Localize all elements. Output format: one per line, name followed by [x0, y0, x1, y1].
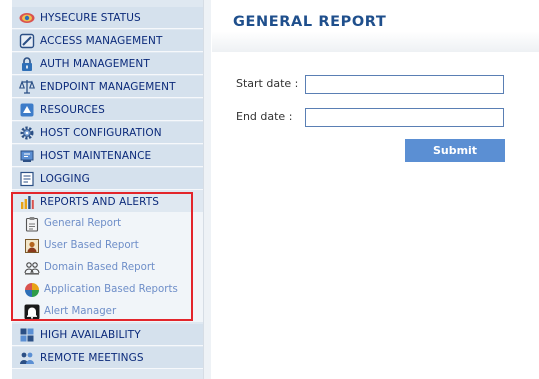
submenu-item-label: General Report [44, 218, 122, 229]
submenu-item-user-based-report[interactable]: User Based Report [24, 235, 139, 256]
submenu-item-label: Alert Manager [44, 306, 117, 317]
sidebar: HYSECURE STATUS ACCESS MANAGEMENT AUTH M… [0, 0, 212, 379]
maintenance-icon [20, 150, 34, 162]
sidebar-item-label: REMOTE MEETINGS [40, 351, 144, 364]
user-report-icon [25, 238, 39, 253]
end-date-input[interactable] [305, 108, 504, 127]
remote-meetings-icon [20, 352, 34, 364]
submenu-item-domain-based-report[interactable]: Domain Based Report [24, 257, 155, 278]
scales-icon [19, 79, 35, 94]
start-date-input[interactable] [305, 75, 504, 94]
sidebar-item-label: AUTH MANAGEMENT [40, 57, 150, 70]
logging-icon [20, 171, 34, 186]
sidebar-item-label: REPORTS AND ALERTS [40, 196, 160, 208]
sidebar-item-label: HOST CONFIGURATION [40, 126, 162, 139]
bell-icon [24, 304, 40, 319]
sidebar-item-label: LOGGING [40, 172, 90, 185]
submenu-item-label: User Based Report [44, 240, 139, 251]
page-title: GENERAL REPORT [233, 14, 387, 30]
sidebar-item-host-configuration[interactable]: HOST CONFIGURATION [12, 122, 203, 144]
submenu-item-label: Application Based Reports [44, 284, 178, 295]
submenu-item-alert-manager[interactable]: Alert Manager [24, 301, 116, 322]
end-date-label: End date : [236, 110, 293, 123]
submenu-item-label: Domain Based Report [44, 262, 156, 273]
sidebar-item-access-management[interactable]: ACCESS MANAGEMENT [12, 30, 203, 52]
lock-icon [22, 56, 32, 71]
sidebar-item-label: ENDPOINT MANAGEMENT [40, 80, 176, 93]
resources-icon [20, 103, 34, 116]
sidebar-item-endpoint-management[interactable]: ENDPOINT MANAGEMENT [12, 76, 203, 98]
sidebar-item-label: ACCESS MANAGEMENT [40, 34, 163, 47]
page: HYSECURE STATUS ACCESS MANAGEMENT AUTH M… [0, 0, 539, 379]
clipboard-icon [25, 216, 39, 232]
sidebar-item-label: RESOURCES [40, 103, 105, 116]
sidebar-item-hysecure-status[interactable]: HYSECURE STATUS [12, 7, 203, 29]
pie-chart-icon [25, 282, 39, 297]
sidebar-item-host-maintenance[interactable]: HOST MAINTENANCE [12, 145, 203, 167]
submenu-item-general-report[interactable]: General Report [24, 213, 121, 234]
access-management-icon [19, 33, 35, 48]
sidebar-item-label: HIGH AVAILABILITY [40, 328, 141, 341]
sidebar-item-label: HYSECURE STATUS [40, 11, 141, 24]
sidebar-scroll-rail[interactable] [203, 0, 211, 379]
submit-button[interactable]: Submit [405, 139, 505, 162]
sidebar-item-resources[interactable]: RESOURCES [12, 99, 203, 121]
submenu-item-application-based-reports[interactable]: Application Based Reports [24, 279, 178, 300]
sidebar-item-high-availability[interactable]: HIGH AVAILABILITY [12, 324, 203, 346]
bar-chart-icon [21, 196, 34, 209]
sidebar-item-remote-meetings[interactable]: REMOTE MEETINGS [12, 347, 203, 369]
domain-report-icon [24, 261, 40, 275]
sidebar-item-reports-and-alerts[interactable]: REPORTS AND ALERTS [12, 191, 203, 213]
sidebar-item-logging[interactable]: LOGGING [12, 168, 203, 190]
main-content: GENERAL REPORT Start date : End date : S… [212, 0, 539, 379]
high-availability-icon [20, 328, 34, 341]
gear-icon [20, 126, 34, 139]
sidebar-item-label: HOST MAINTENANCE [40, 149, 152, 162]
start-date-label: Start date : [236, 77, 299, 90]
eye-status-icon [19, 12, 35, 23]
sidebar-item-auth-management[interactable]: AUTH MANAGEMENT [12, 53, 203, 75]
